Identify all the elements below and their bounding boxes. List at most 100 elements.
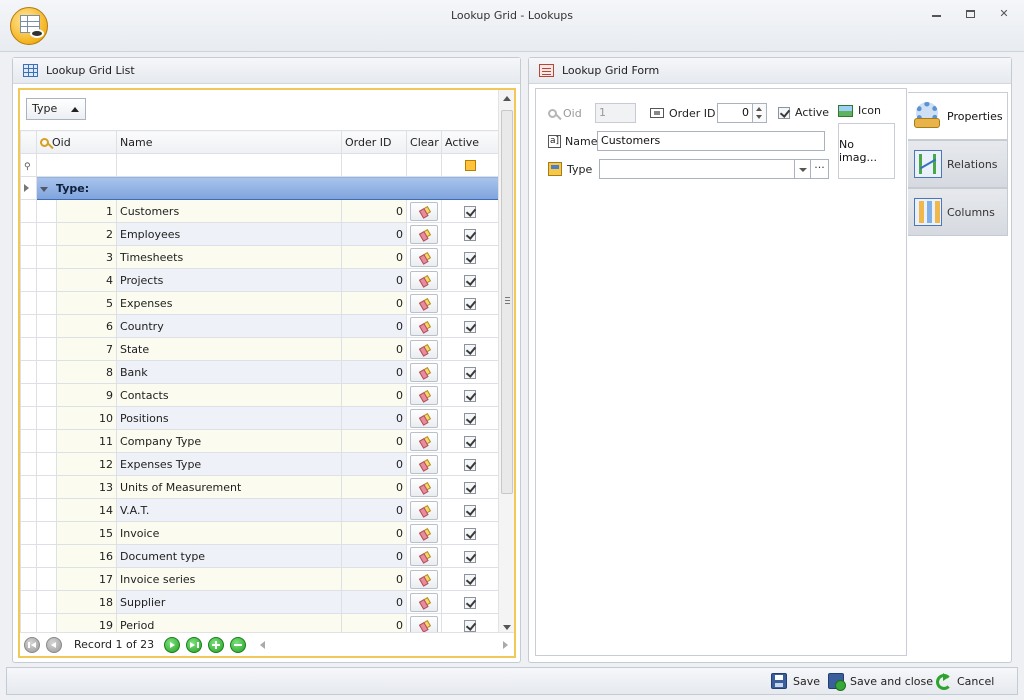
cell-order-id[interactable]: 0 (341, 521, 408, 545)
cell-name[interactable]: V.A.T. (116, 498, 343, 522)
cell-name[interactable]: Invoice series (116, 567, 343, 591)
cell-name[interactable]: Employees (116, 222, 343, 246)
cell-name[interactable]: Expenses Type (116, 452, 343, 476)
cell-name[interactable]: State (116, 337, 343, 361)
type-dropdown-button[interactable] (795, 159, 811, 179)
scroll-thumb[interactable] (501, 110, 513, 494)
cell-oid[interactable]: 7 (55, 337, 118, 361)
active-checkbox[interactable] (464, 527, 477, 540)
cell-order-id[interactable]: 0 (341, 475, 408, 499)
filter-cell-clear[interactable] (406, 153, 443, 177)
active-checkbox[interactable] (464, 619, 477, 632)
name-field[interactable]: Customers (597, 131, 826, 151)
row-indicator[interactable] (20, 383, 37, 407)
minimize-button[interactable] (930, 8, 942, 20)
cell-order-id[interactable]: 0 (341, 360, 408, 384)
cell-order-id[interactable]: 0 (341, 590, 408, 614)
cell-oid[interactable]: 8 (55, 360, 118, 384)
row-indicator[interactable] (20, 222, 37, 246)
row-indicator[interactable] (20, 291, 37, 315)
cell-name[interactable]: Company Type (116, 429, 343, 453)
clear-button[interactable] (410, 408, 439, 428)
active-checkbox[interactable] (464, 389, 477, 402)
clear-button[interactable] (410, 339, 439, 359)
cell-oid[interactable]: 17 (55, 567, 118, 591)
clear-button[interactable] (410, 385, 439, 405)
clear-button[interactable] (410, 569, 439, 589)
cell-name[interactable]: Document type (116, 544, 343, 568)
table-row[interactable]: 5 Expenses 0 (20, 291, 500, 315)
table-row[interactable]: 18 Supplier 0 (20, 590, 500, 614)
table-row[interactable]: 6 Country 0 (20, 314, 500, 338)
cell-name[interactable]: Invoice (116, 521, 343, 545)
table-row[interactable]: 9 Contacts 0 (20, 383, 500, 407)
clear-button[interactable] (410, 362, 439, 382)
table-row[interactable]: 10 Positions 0 (20, 406, 500, 430)
first-record-button[interactable] (24, 636, 40, 653)
table-row[interactable]: 11 Company Type 0 (20, 429, 500, 453)
clear-button[interactable] (410, 431, 439, 451)
cell-name[interactable]: Bank (116, 360, 343, 384)
clear-button[interactable] (410, 270, 439, 290)
active-checkbox[interactable] (464, 596, 477, 609)
cell-order-id[interactable]: 0 (341, 429, 408, 453)
cell-name[interactable]: Positions (116, 406, 343, 430)
table-row[interactable]: 7 State 0 (20, 337, 500, 361)
active-checkbox[interactable] (464, 573, 477, 586)
table-row[interactable]: 2 Employees 0 (20, 222, 500, 246)
clear-button[interactable] (410, 201, 439, 221)
row-indicator[interactable] (20, 406, 37, 430)
type-more-button[interactable]: ··· (811, 159, 829, 179)
row-indicator[interactable] (20, 498, 37, 522)
cell-name[interactable]: Supplier (116, 590, 343, 614)
cell-oid[interactable]: 10 (55, 406, 118, 430)
cell-oid[interactable]: 3 (55, 245, 118, 269)
last-record-button[interactable] (186, 636, 203, 653)
cell-oid[interactable]: 15 (55, 521, 118, 545)
vertical-scrollbar[interactable] (498, 90, 514, 636)
active-checkbox[interactable] (464, 481, 477, 494)
active-checkbox[interactable] (464, 251, 477, 264)
prev-record-button[interactable] (46, 636, 62, 653)
cell-order-id[interactable]: 0 (341, 199, 408, 223)
active-checkbox[interactable] (464, 366, 477, 379)
row-indicator[interactable] (20, 452, 37, 476)
cell-order-id[interactable]: 0 (341, 498, 408, 522)
row-indicator[interactable] (20, 245, 37, 269)
cell-order-id[interactable]: 0 (341, 544, 408, 568)
active-checkbox[interactable] (778, 106, 790, 119)
cell-order-id[interactable]: 0 (341, 268, 408, 292)
cell-oid[interactable]: 14 (55, 498, 118, 522)
type-combo[interactable] (599, 159, 795, 179)
cell-oid[interactable]: 1 (55, 199, 118, 223)
cell-order-id[interactable]: 0 (341, 314, 408, 338)
clear-button[interactable] (410, 523, 439, 543)
cell-order-id[interactable]: 0 (341, 406, 408, 430)
table-row[interactable]: 12 Expenses Type 0 (20, 452, 500, 476)
clear-button[interactable] (410, 500, 439, 520)
delete-record-button[interactable] (230, 636, 247, 653)
table-row[interactable]: 17 Invoice series 0 (20, 567, 500, 591)
table-row[interactable]: 15 Invoice 0 (20, 521, 500, 545)
collapse-icon[interactable] (40, 186, 48, 192)
clear-button[interactable] (410, 224, 439, 244)
row-indicator[interactable] (20, 268, 37, 292)
cell-order-id[interactable]: 0 (341, 337, 408, 361)
cell-name[interactable]: Projects (116, 268, 343, 292)
scroll-up-icon[interactable] (503, 96, 511, 101)
column-header-name[interactable]: Name (116, 130, 343, 154)
table-row[interactable]: 1 Customers 0 (20, 199, 500, 223)
row-indicator[interactable] (20, 475, 37, 499)
save-and-close-button[interactable]: Save and close (828, 672, 933, 691)
clear-button[interactable] (410, 592, 439, 612)
save-button[interactable]: Save (771, 672, 820, 690)
cell-order-id[interactable]: 0 (341, 383, 408, 407)
cell-oid[interactable]: 11 (55, 429, 118, 453)
column-header-order-id[interactable]: Order ID (341, 130, 408, 154)
cell-order-id[interactable]: 0 (341, 245, 408, 269)
group-row[interactable]: Type: (20, 176, 500, 200)
clear-button[interactable] (410, 247, 439, 267)
icon-image-box[interactable]: No imag... (838, 123, 895, 179)
row-indicator[interactable] (20, 314, 37, 338)
filter-cell-active[interactable] (441, 153, 500, 177)
